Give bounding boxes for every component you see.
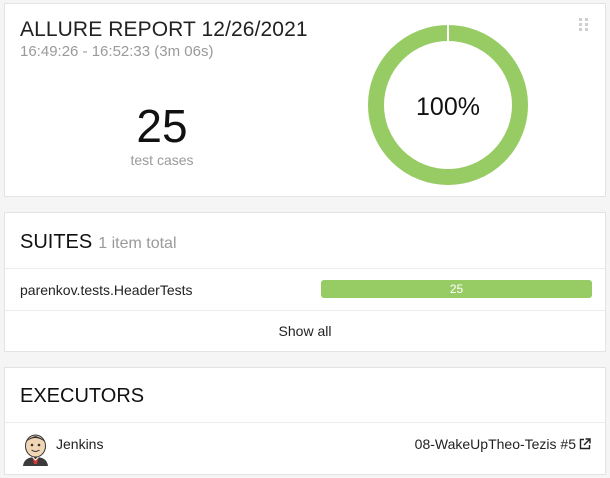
divider [5,268,605,269]
suites-item-count: 1 item total [98,235,177,252]
external-link-icon[interactable] [579,438,591,450]
executors-widget: EXECUTORS Jenkins 08-WakeUpTheo-Tezis #5 [4,367,606,475]
suite-status-count: 25 [449,282,464,296]
divider [5,422,605,423]
executor-name: Jenkins [56,436,104,452]
test-case-count: 25 [136,100,188,152]
summary-widget: ALLURE REPORT 12/26/2021 16:49:26 - 16:5… [4,3,606,197]
suites-title: SUITES 1 item total [20,231,177,254]
show-all-link[interactable]: Show all [5,323,605,339]
suite-status-bar[interactable]: 25 [321,280,592,298]
pass-rate-label: 100% [416,93,480,121]
report-time-range: 16:49:26 - 16:52:33 (3m 06s) [20,43,214,60]
executor-build-link[interactable]: 08-WakeUpTheo-Tezis #5 [415,436,591,452]
suites-title-text: SUITES [20,231,93,253]
suite-name[interactable]: parenkov.tests.HeaderTests [20,282,193,298]
divider [5,310,605,311]
executors-title: EXECUTORS [20,385,145,407]
report-title: ALLURE REPORT 12/26/2021 [20,18,308,41]
drag-handle-icon[interactable] [579,18,589,32]
jenkins-avatar-icon [23,434,48,466]
test-case-count-label: test cases [130,152,194,168]
executor-build-label[interactable]: 08-WakeUpTheo-Tezis #5 [415,436,576,452]
suites-widget: SUITES 1 item total parenkov.tests.Header… [4,212,606,352]
